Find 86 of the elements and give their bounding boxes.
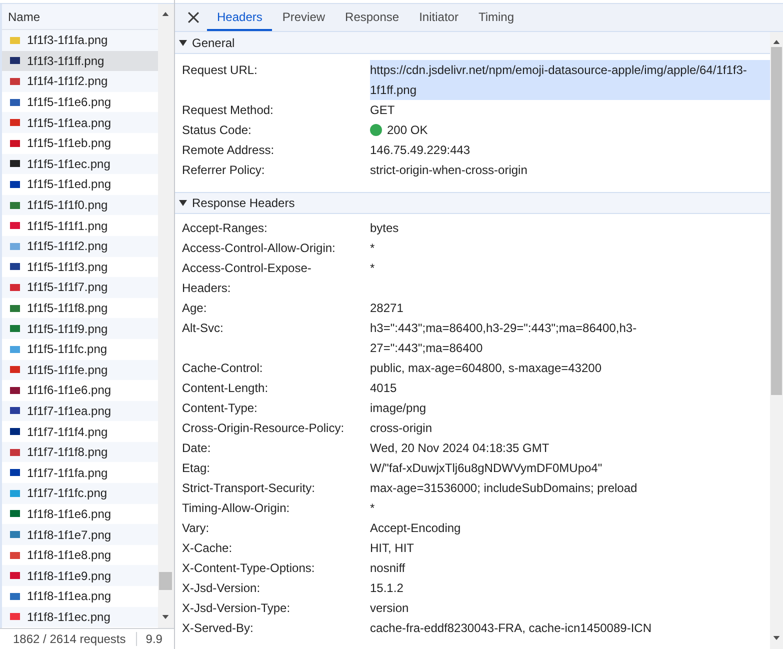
section-header[interactable]: Response Headers [175,192,770,214]
scrollbar-track[interactable] [770,32,783,649]
scroll-up-icon[interactable] [162,12,169,16]
request-row[interactable]: 1f1f8-1f1ec.png [2,606,158,628]
header-name: Etag: [181,460,212,477]
request-count: 1862 / 2614 requests [13,632,126,646]
header-value: HIT, HIT [370,540,414,557]
header-name: Accept-Ranges: [181,220,268,237]
header-value: 15.1.2 [370,580,404,597]
request-row[interactable]: 1f1f5-1f1f7.png [2,277,158,298]
header-name: X-Cache: [181,540,234,557]
header-value: cache-fra-eddf8230043-FRA, cache-icn1450089-ICN [370,620,652,637]
scroll-down-icon[interactable] [773,636,780,640]
request-row[interactable]: 1f1f3-1f1ff.png [2,50,158,72]
request-row[interactable]: 1f1f5-1f1f2.png [2,236,158,257]
caret-icon[interactable] [179,40,187,46]
tab[interactable]: Timing [468,4,524,31]
scrollbar-track[interactable] [158,4,174,628]
request-row[interactable]: 1f1f7-1f1ea.png [2,400,158,422]
header-name: X-Content-Type-Options: [181,560,316,577]
request-row[interactable]: 1f1f5-1f1f8.png [2,298,158,318]
header-name: Timing-Allow-Origin: [181,500,291,517]
header-value: * [370,260,375,277]
header-name: Cross-Origin-Resource-Policy: [181,420,346,437]
request-row[interactable]: 1f1f4-1f1f2.png [2,71,158,92]
transfer-size: 9.9 [146,632,162,646]
header-name: Alt-Svc: [181,320,224,337]
scrollbar-thumb[interactable] [771,47,782,395]
request-row[interactable]: 1f1f5-1f1ea.png [2,112,158,133]
header-name: Request URL: [181,62,258,79]
request-row[interactable]: 1f1f8-1f1e7.png [2,524,158,545]
tab[interactable]: Response [335,4,410,31]
header-name: X-Jsd-Version-Type: [181,600,292,617]
header-value: W/"faf-xDuwjxTlj6u8gNDWVymDF0MUpo4" [370,460,602,477]
header-value: 28271 [370,300,404,317]
header-name: Status Code: [181,122,252,139]
request-row[interactable]: 1f1f7-1f1f8.png [2,442,158,462]
header-value: image/png [370,400,426,417]
request-row[interactable]: 1f1f7-1f1fc.png [2,483,158,504]
header-name: Strict-Transport-Security: [181,480,316,497]
request-row[interactable]: 1f1f5-1f1fe.png [2,360,158,380]
request-row[interactable]: 1f1f3-1f1fa.png [2,30,158,51]
section-header[interactable]: General [175,32,770,54]
header-value: cross-origin [370,420,432,437]
status-dot-icon [370,124,382,136]
tab[interactable]: Initiator [409,4,468,31]
request-row[interactable]: 1f1f5-1f1ec.png [2,154,158,174]
header-value: * [370,500,375,517]
header-value: version [370,600,409,617]
header-name: X-Served-By: [181,620,254,637]
request-row[interactable]: 1f1f5-1f1f0.png [2,194,158,216]
column-header[interactable]: Name [2,4,158,30]
header-value: public, max-age=604800, s-maxage=43200 [370,360,602,377]
header-value: https://cdn.jsdelivr.net/npm/emoji-datasource-apple/img/apple/64/1f1f3-1f1ff.png [370,60,770,100]
request-row[interactable]: 1f1f5-1f1f9.png [2,318,158,339]
tab[interactable]: Preview [272,4,336,31]
caret-icon[interactable] [179,200,187,206]
request-row[interactable]: 1f1f8-1f1e9.png [2,565,158,586]
header-name: Date: [181,440,212,457]
header-name: Access-Control-Allow-Origin: [181,240,336,257]
header-name: Access-Control-Expose-Headers: [181,260,312,297]
header-value: nosniff [370,560,406,577]
header-value: GET [370,102,395,119]
header-value: Wed, 20 Nov 2024 04:18:35 GMT [370,440,550,457]
scrollbar-thumb[interactable] [159,572,172,590]
header-value: bytes [370,220,399,237]
request-row[interactable]: 1f1f8-1f1e6.png [2,504,158,524]
header-value: 200 OK [387,122,428,139]
header-value: strict-origin-when-cross-origin [370,162,528,179]
header-name: X-Jsd-Version: [181,580,262,597]
close-icon[interactable] [188,12,199,23]
header-value: Accept-Encoding [370,520,461,537]
scroll-down-icon[interactable] [162,615,169,619]
header-value: max-age=31536000; includeSubDomains; preload [370,480,638,497]
header-name: Remote Address: [181,142,276,159]
header-name: Content-Length: [181,380,270,397]
header-value: 4015 [370,380,397,397]
header-name: Content-Type: [181,400,258,417]
header-name: Referrer Policy: [181,162,266,179]
header-name: Request Method: [181,102,274,119]
header-name: Age: [181,300,208,317]
header-value: * [370,240,375,257]
scroll-up-icon[interactable] [773,40,780,44]
header-name: Vary: [181,520,210,537]
header-name: Cache-Control: [181,360,264,377]
header-value: 146.75.49.229:443 [370,142,470,159]
